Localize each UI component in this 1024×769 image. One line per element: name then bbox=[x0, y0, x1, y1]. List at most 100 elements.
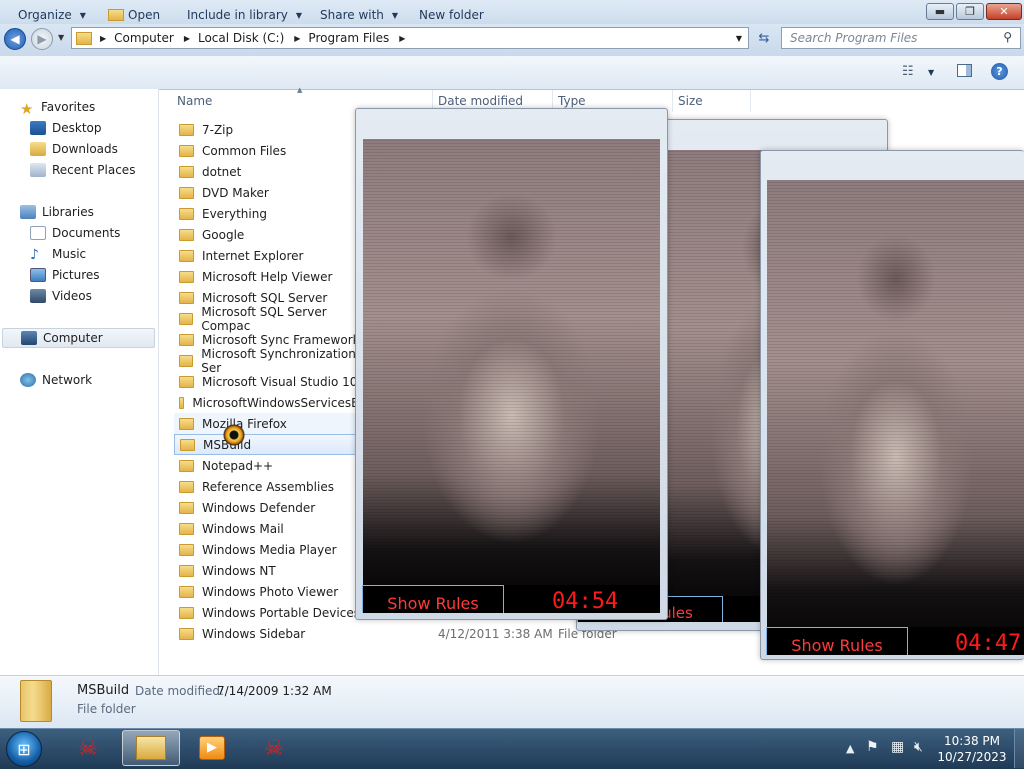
address-dropdown-icon[interactable]: ▼ bbox=[736, 34, 742, 43]
file-row[interactable]: Google bbox=[174, 224, 370, 245]
clock-time: 10:38 PM bbox=[944, 734, 1000, 748]
nav-computer[interactable]: Computer bbox=[2, 328, 155, 348]
breadcrumb-computer[interactable]: Computer bbox=[114, 31, 174, 45]
file-row[interactable]: Notepad++ bbox=[174, 455, 370, 476]
file-row[interactable]: Windows Media Player bbox=[174, 539, 370, 560]
taskbar-app-media-player[interactable]: ▶ bbox=[184, 730, 240, 766]
help-icon[interactable]: ? bbox=[991, 63, 1008, 80]
column-header-size[interactable]: Size bbox=[678, 94, 703, 108]
nav-music[interactable]: ♪ Music bbox=[30, 244, 86, 264]
popup-window-3[interactable]: Show Rules 04:47 bbox=[760, 150, 1024, 660]
taskbar-app-explorer[interactable] bbox=[122, 730, 180, 766]
breadcrumb-program-files[interactable]: Program Files bbox=[308, 31, 389, 45]
file-row[interactable]: MicrosoftWindowsServicesEtc bbox=[174, 392, 370, 413]
details-type: File folder bbox=[77, 702, 136, 716]
column-header-date-modified[interactable]: Date modified bbox=[438, 94, 523, 108]
view-dropdown-icon[interactable]: ▼ bbox=[928, 68, 934, 77]
file-row[interactable]: Internet Explorer bbox=[174, 245, 370, 266]
new-folder-label: New folder bbox=[419, 8, 484, 22]
file-row[interactable]: dotnet bbox=[174, 161, 370, 182]
nav-libraries[interactable]: Libraries bbox=[20, 202, 94, 222]
file-row[interactable]: Microsoft Visual Studio 10.0 bbox=[174, 371, 370, 392]
file-row[interactable]: Everything bbox=[174, 203, 370, 224]
preview-pane-icon[interactable] bbox=[957, 64, 972, 77]
recent-pages-dropdown[interactable]: ▼ bbox=[58, 33, 64, 42]
nav-desktop[interactable]: Desktop bbox=[30, 118, 102, 138]
column-divider[interactable] bbox=[672, 90, 673, 112]
forward-button[interactable]: ▶ bbox=[31, 28, 53, 50]
file-row[interactable]: DVD Maker bbox=[174, 182, 370, 203]
minimize-button[interactable]: ▬ bbox=[926, 3, 954, 20]
show-rules-button[interactable]: Show Rules bbox=[362, 585, 504, 613]
breadcrumb-local-disk[interactable]: Local Disk (C:) bbox=[198, 31, 284, 45]
show-rules-button[interactable]: Show Rules bbox=[766, 627, 908, 655]
file-row[interactable]: MSBuild bbox=[174, 434, 370, 455]
nav-pictures[interactable]: Pictures bbox=[30, 265, 100, 285]
maximize-button[interactable]: ❐ bbox=[956, 3, 984, 20]
new-folder-button[interactable]: New folder bbox=[419, 8, 484, 22]
devil-icon: ☠ bbox=[264, 735, 284, 761]
column-header-type[interactable]: Type bbox=[558, 94, 586, 108]
file-row[interactable]: Windows Photo Viewer bbox=[174, 581, 370, 602]
search-icon[interactable]: ⚲ bbox=[1003, 30, 1012, 44]
refresh-button[interactable]: ⇆ bbox=[752, 28, 776, 48]
column-header-name[interactable]: Name bbox=[177, 94, 212, 108]
arrow-left-icon: ◀ bbox=[10, 32, 20, 46]
nav-recent-places-label: Recent Places bbox=[52, 163, 136, 177]
nav-downloads[interactable]: Downloads bbox=[30, 139, 118, 159]
breadcrumb-chevron-icon[interactable]: ▶ bbox=[294, 34, 300, 43]
address-bar[interactable]: ▶ Computer ▶ Local Disk (C:) ▶ Program F… bbox=[71, 27, 749, 49]
show-hidden-icons-button[interactable]: ▲ bbox=[846, 742, 854, 755]
organize-menu[interactable]: Organize ▼ bbox=[18, 8, 86, 22]
file-name: Reference Assemblies bbox=[202, 479, 334, 494]
file-row[interactable]: Microsoft Help Viewer bbox=[174, 266, 370, 287]
folder-icon bbox=[179, 165, 194, 178]
taskbar-app-devil[interactable]: ☠ bbox=[60, 730, 116, 766]
view-options-icon[interactable]: ☷ bbox=[902, 64, 914, 79]
nav-favorites[interactable]: ★ Favorites bbox=[20, 97, 95, 118]
music-icon: ♪ bbox=[30, 247, 39, 263]
file-row[interactable]: Reference Assemblies bbox=[174, 476, 370, 497]
busy-cursor-icon bbox=[223, 424, 245, 446]
open-button[interactable]: Open bbox=[108, 8, 160, 22]
column-divider[interactable] bbox=[750, 90, 751, 112]
volume-muted-icon[interactable]: 🔇︎ bbox=[914, 739, 923, 755]
libraries-icon bbox=[20, 205, 36, 219]
popup-window-1[interactable]: Show Rules 04:54 bbox=[355, 108, 668, 620]
start-button[interactable]: ⊞ bbox=[6, 731, 42, 767]
file-name: Internet Explorer bbox=[202, 248, 304, 263]
file-row[interactable]: Windows Portable Devices bbox=[174, 602, 370, 623]
nav-documents-label: Documents bbox=[52, 226, 121, 240]
share-with-menu[interactable]: Share with ▼ bbox=[320, 8, 398, 22]
folder-icon bbox=[179, 312, 194, 325]
nav-network[interactable]: Network bbox=[20, 370, 92, 390]
taskbar-app-devil-2[interactable]: ☠ bbox=[246, 730, 302, 766]
breadcrumb-chevron-icon[interactable]: ▶ bbox=[399, 34, 405, 43]
file-row[interactable]: Windows Defender bbox=[174, 497, 370, 518]
pictures-icon bbox=[30, 268, 46, 282]
nav-recent-places[interactable]: Recent Places bbox=[30, 160, 135, 180]
system-clock[interactable]: 10:38 PM 10/27/2023 bbox=[932, 733, 1012, 765]
close-button[interactable]: ✕ bbox=[986, 3, 1022, 20]
nav-videos[interactable]: Videos bbox=[30, 286, 92, 306]
file-row[interactable]: Windows Mail bbox=[174, 518, 370, 539]
search-input[interactable]: Search Program Files ⚲ bbox=[781, 27, 1021, 49]
nav-documents[interactable]: Documents bbox=[30, 223, 120, 243]
file-row[interactable]: Microsoft SQL Server Compac bbox=[174, 305, 370, 333]
show-desktop-button[interactable] bbox=[1014, 729, 1024, 768]
breadcrumb-chevron-icon[interactable]: ▶ bbox=[184, 34, 190, 43]
file-row[interactable]: Windows NT bbox=[174, 560, 370, 581]
file-row[interactable]: 7-Zip bbox=[174, 119, 370, 140]
nav-desktop-label: Desktop bbox=[52, 121, 102, 135]
folder-icon bbox=[179, 123, 194, 136]
breadcrumb-chevron-icon[interactable]: ▶ bbox=[100, 34, 106, 43]
include-label: Include in library bbox=[187, 8, 288, 22]
network-icon[interactable]: ▦ bbox=[891, 739, 904, 755]
file-row[interactable]: Windows Sidebar bbox=[174, 623, 370, 644]
file-row[interactable]: Microsoft Synchronization Ser bbox=[174, 347, 370, 375]
file-row[interactable]: Mozilla Firefox bbox=[174, 413, 370, 434]
file-row[interactable]: Common Files bbox=[174, 140, 370, 161]
back-button[interactable]: ◀ bbox=[4, 28, 26, 50]
include-in-library-menu[interactable]: Include in library ▼ bbox=[187, 8, 302, 22]
action-center-icon[interactable]: ⚑ bbox=[866, 739, 879, 755]
